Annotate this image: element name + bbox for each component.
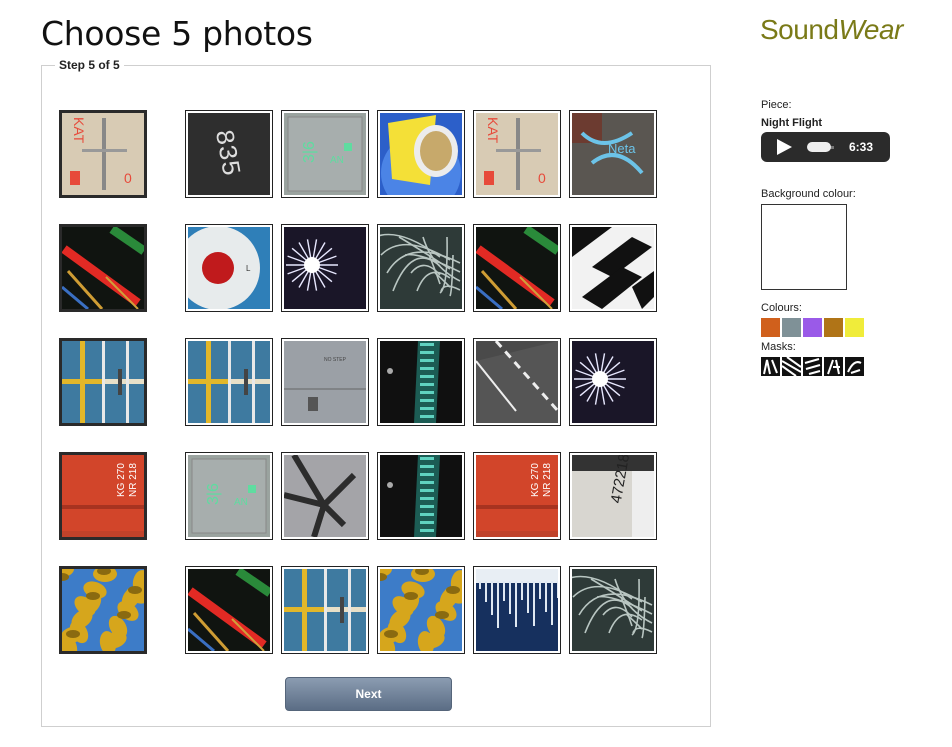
red-sign-photo: KAT 0 — [476, 113, 558, 195]
photo-thumbnail[interactable]: 3|6 AN — [185, 452, 273, 540]
svg-text:KG 270: KG 270 — [116, 463, 127, 497]
asphalt-crack-photo — [284, 455, 366, 537]
blue-yellow-lines-photo — [284, 569, 366, 651]
photo-thumbnail[interactable]: Neta — [569, 110, 657, 198]
page-title: Choose 5 photos — [41, 14, 313, 53]
grey-panel-photo: NO STEP — [284, 341, 366, 423]
graffiti-door-photo: Neta — [572, 113, 654, 195]
photo-thumbnail[interactable] — [281, 224, 369, 312]
photo-thumbnail[interactable] — [59, 338, 147, 426]
grey-plate-photo: 3|6 AN — [188, 455, 270, 537]
autumn-leaves-photo — [62, 569, 144, 651]
red-sticks-photo — [62, 227, 144, 309]
play-icon[interactable] — [777, 139, 792, 155]
svg-text:0: 0 — [124, 170, 132, 186]
photo-thumbnail[interactable] — [59, 566, 147, 654]
mask-swatch[interactable] — [782, 357, 801, 376]
photo-thumbnail[interactable] — [281, 452, 369, 540]
colours-label: Colours: — [761, 302, 802, 314]
wire-tangle-photo — [572, 569, 654, 651]
grey-plate-photo: 3|6 AN — [284, 113, 366, 195]
red-container-photo: KG 270 NR 218 — [476, 455, 558, 537]
svg-text:3|6: 3|6 — [205, 483, 222, 505]
red-sign-photo: KAT 0 — [62, 113, 144, 195]
colour-swatch[interactable] — [782, 318, 801, 337]
photo-thumbnail[interactable] — [473, 566, 561, 654]
audio-player: 6:33 — [761, 132, 890, 162]
svg-text:KG 270: KG 270 — [530, 463, 541, 497]
building-sky-photo — [380, 113, 462, 195]
firework-photo — [284, 227, 366, 309]
svg-text:NO STEP: NO STEP — [324, 357, 347, 363]
svg-text:Neta: Neta — [608, 141, 636, 156]
photo-thumbnail[interactable] — [185, 566, 273, 654]
autumn-leaves-photo — [380, 569, 462, 651]
mask-swatch[interactable] — [824, 357, 843, 376]
photo-thumbnail[interactable]: 472218 — [569, 452, 657, 540]
blue-drips-photo — [476, 569, 558, 651]
svg-text:NR 218: NR 218 — [542, 463, 553, 497]
mask-swatch[interactable] — [803, 357, 822, 376]
mask-swatch[interactable] — [845, 357, 864, 376]
svg-text:NR 218: NR 218 — [128, 463, 139, 497]
photo-thumbnail[interactable] — [569, 338, 657, 426]
svg-text:KAT: KAT — [485, 117, 501, 144]
colour-swatch[interactable] — [845, 318, 864, 337]
photo-thumbnail[interactable]: 835 — [185, 110, 273, 198]
wire-tangle-photo — [380, 227, 462, 309]
photo-thumbnail[interactable] — [569, 224, 657, 312]
photo-thumbnail[interactable]: KG 270 NR 218 — [59, 452, 147, 540]
svg-text:AN: AN — [330, 155, 344, 166]
photo-thumbnail[interactable]: KAT 0 — [59, 110, 147, 198]
number-472218-photo: 472218 — [572, 455, 654, 537]
volume-slider[interactable] — [807, 142, 831, 152]
svg-text:3|6: 3|6 — [301, 141, 318, 163]
photo-thumbnail[interactable] — [377, 338, 465, 426]
svg-text:L: L — [246, 264, 251, 273]
red-sticks-photo — [476, 227, 558, 309]
piece-name: Night Flight — [761, 117, 823, 129]
mask-swatch[interactable] — [761, 357, 780, 376]
photo-thumbnail[interactable] — [377, 110, 465, 198]
photo-thumbnail[interactable] — [473, 224, 561, 312]
photo-thumbnail[interactable] — [377, 452, 465, 540]
photo-thumbnail[interactable] — [377, 566, 465, 654]
colour-swatch[interactable] — [761, 318, 780, 337]
step-indicator: Step 5 of 5 — [55, 58, 124, 72]
black-white-stripes-photo — [572, 227, 654, 309]
teal-lights-photo — [380, 341, 462, 423]
number-35-photo: 835 — [188, 113, 270, 195]
teal-lights-photo — [380, 455, 462, 537]
background-colour-swatch[interactable] — [761, 204, 847, 290]
photo-thumbnail[interactable]: KAT 0 — [473, 110, 561, 198]
colour-swatch[interactable] — [803, 318, 822, 337]
photo-thumbnail[interactable] — [473, 338, 561, 426]
next-button[interactable]: Next — [285, 677, 452, 711]
road-markings-photo — [476, 341, 558, 423]
firework-photo — [572, 341, 654, 423]
red-container-photo: KG 270 NR 218 — [62, 455, 144, 537]
photo-thumbnail[interactable]: NO STEP — [281, 338, 369, 426]
blue-yellow-lines-photo — [188, 341, 270, 423]
photo-thumbnail[interactable]: 3|6 AN — [281, 110, 369, 198]
svg-text:AN: AN — [234, 497, 248, 508]
photo-thumbnail[interactable] — [569, 566, 657, 654]
soundwear-logo: SoundWear — [760, 14, 903, 45]
roundel-photo: L — [188, 227, 270, 309]
svg-text:KAT: KAT — [71, 117, 87, 144]
svg-text:0: 0 — [538, 170, 546, 186]
masks-label: Masks: — [761, 341, 796, 353]
photo-thumbnail[interactable] — [377, 224, 465, 312]
player-time: 6:33 — [849, 140, 874, 154]
blue-yellow-lines-photo — [62, 341, 144, 423]
photo-thumbnail[interactable]: KG 270 NR 218 — [473, 452, 561, 540]
photo-thumbnail[interactable]: L — [185, 224, 273, 312]
colour-swatch[interactable] — [824, 318, 843, 337]
background-colour-label: Background colour: — [761, 188, 856, 200]
photo-thumbnail[interactable] — [59, 224, 147, 312]
red-sticks-photo — [188, 569, 270, 651]
piece-label: Piece: — [761, 99, 792, 111]
photo-thumbnail[interactable] — [185, 338, 273, 426]
photo-thumbnail[interactable] — [281, 566, 369, 654]
